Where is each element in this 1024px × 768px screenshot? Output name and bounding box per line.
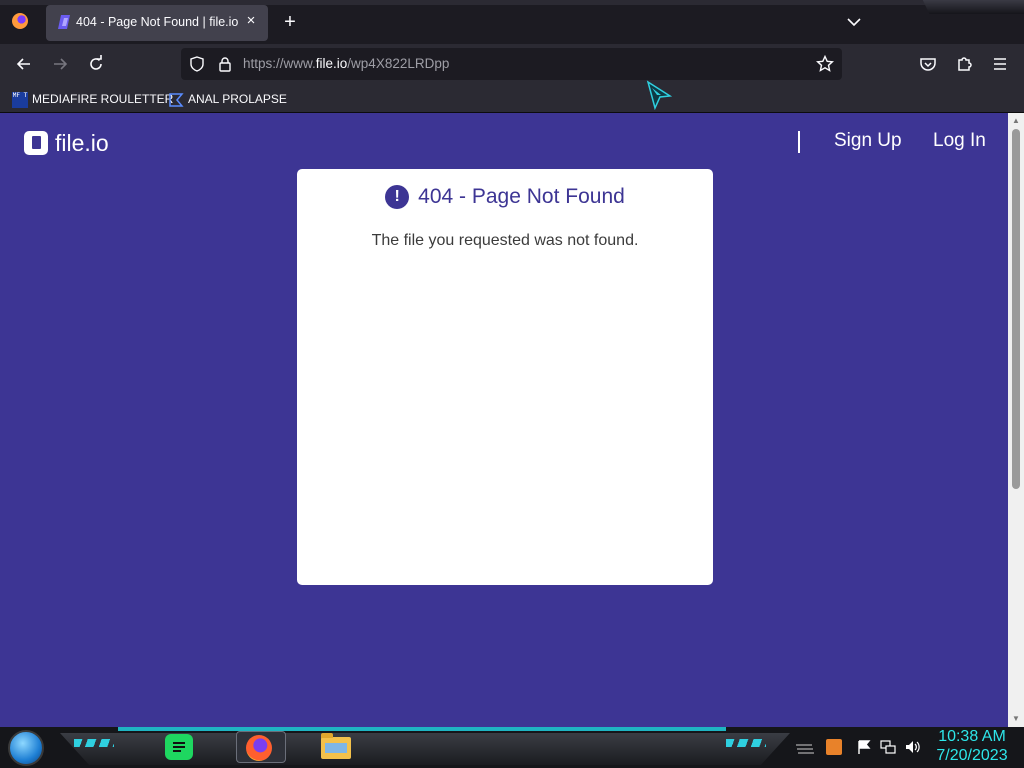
show-desktop-icon[interactable] <box>794 741 816 755</box>
firefox-taskbar-button[interactable] <box>236 731 286 763</box>
window-decoration <box>922 0 1024 14</box>
url-prefix: https://www. <box>243 56 316 71</box>
spotify-lines-icon <box>173 742 185 752</box>
clock-time[interactable]: 10:38 AM <box>932 728 1012 746</box>
tray-app-icon[interactable] <box>826 739 842 755</box>
error-message: The file you requested was not found. <box>371 232 639 249</box>
spotify-logo-icon <box>165 734 193 760</box>
bookmark-second[interactable]: ANAL PROLAPSE <box>168 90 287 108</box>
tab-close-icon[interactable]: × <box>242 12 260 30</box>
taskbar: 10:38 AM 7/20/2023 <box>0 727 1024 768</box>
alert-icon: ! <box>385 185 410 209</box>
scroll-down-icon[interactable]: ▼ <box>1011 715 1021 723</box>
firefox-menu-icon[interactable] <box>12 13 28 29</box>
tracking-shield-icon[interactable] <box>189 56 205 72</box>
file-explorer-taskbar-icon[interactable] <box>318 731 352 763</box>
bookmark-label: MEDIAFIRE ROULETTER <box>32 92 174 106</box>
bookmark-mediafire-rouletter[interactable]: MF T MEDIAFIRE ROULETTER <box>12 90 173 108</box>
tab-active[interactable]: 404 - Page Not Found | file.io × <box>46 5 268 41</box>
list-all-tabs-icon[interactable] <box>844 12 864 32</box>
error-card: ! 404 - Page Not Found The file you reque… <box>297 169 713 585</box>
scrollbar-thumb[interactable] <box>1012 129 1020 489</box>
reload-icon[interactable] <box>86 54 106 74</box>
url-bar[interactable]: https://www.file.io/wp4X822LRDpp <box>181 48 842 80</box>
pocket-icon[interactable] <box>918 54 938 74</box>
start-orb-button[interactable] <box>8 730 44 766</box>
url-domain: file.io <box>315 56 348 71</box>
taskbar-glow <box>118 727 726 731</box>
firefox-taskbar-icon <box>246 735 272 761</box>
fileio-favicon-icon <box>58 15 70 29</box>
extensions-icon[interactable] <box>954 54 974 74</box>
navigation-toolbar: https://www.file.io/wp4X822LRDpp <box>0 44 1024 84</box>
error-title: 404 - Page Not Found <box>418 185 625 208</box>
lock-icon[interactable] <box>217 56 233 72</box>
hamburger-menu-icon[interactable] <box>990 54 1010 74</box>
log-in-link[interactable]: Log In <box>933 130 986 152</box>
fileio-logo-icon <box>24 131 48 155</box>
clock-date[interactable]: 7/20/2023 <box>932 747 1012 765</box>
url-path: /wp4X822LRDpp <box>347 56 450 71</box>
bookmark-label: ANAL PROLAPSE <box>188 92 287 106</box>
page-scrollbar[interactable]: ▲ ▼ <box>1008 113 1024 727</box>
taskbar-dash-decoration <box>74 739 114 747</box>
bookmark-folder-icon <box>169 93 184 107</box>
mouse-cursor-icon <box>646 80 672 110</box>
error-heading: ! 404 - Page Not Found <box>297 185 713 209</box>
mediafire-bookmark-icon: MF T <box>12 91 28 108</box>
web-page: file.io Sign Up Log In ! 404 - Page Not F… <box>0 113 1008 727</box>
network-icon[interactable] <box>880 739 896 755</box>
bookmarks-toolbar: MF T MEDIAFIRE ROULETTER ANAL PROLAPSE <box>0 84 1024 113</box>
taskbar-dash-decoration <box>726 739 766 747</box>
url-text[interactable]: https://www.file.io/wp4X822LRDpp <box>243 56 449 71</box>
scroll-up-icon[interactable]: ▲ <box>1011 117 1021 125</box>
forward-arrow-icon[interactable] <box>50 54 70 74</box>
sign-up-link[interactable]: Sign Up <box>834 130 902 152</box>
back-arrow-icon[interactable] <box>14 54 34 74</box>
spotify-taskbar-icon[interactable] <box>162 731 196 763</box>
tab-title: 404 - Page Not Found | file.io <box>76 15 239 29</box>
new-tab-button[interactable]: + <box>280 12 300 32</box>
tab-bar: 404 - Page Not Found | file.io × + <box>0 0 1024 44</box>
volume-icon[interactable] <box>904 739 920 755</box>
bookmark-star-icon[interactable] <box>816 55 834 73</box>
logo-text: file.io <box>55 130 109 156</box>
folder-icon <box>321 733 351 759</box>
nav-divider <box>798 131 800 153</box>
action-center-flag-icon[interactable] <box>856 739 872 755</box>
